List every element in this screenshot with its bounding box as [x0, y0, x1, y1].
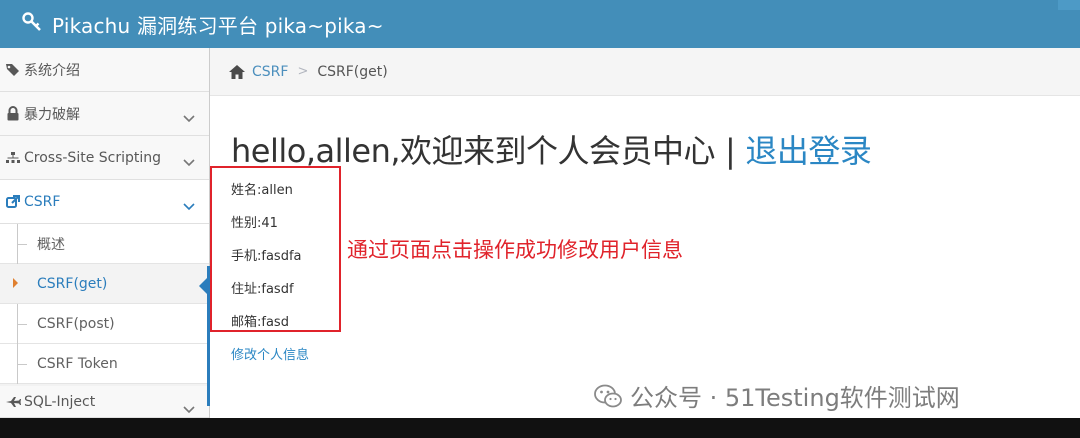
- sidebar-item-label: 暴力破解: [24, 106, 80, 123]
- nav-corner-decoration: [1058, 0, 1080, 10]
- sidebar-subitem-csrf-get[interactable]: CSRF(get): [0, 264, 209, 304]
- wechat-icon: [594, 384, 622, 408]
- logout-link[interactable]: 退出登录: [745, 132, 872, 170]
- sitemap-icon: [2, 136, 24, 180]
- bottom-bar: [0, 418, 1080, 438]
- sidebar-subitem-label: CSRF(get): [37, 275, 108, 292]
- breadcrumb: CSRF > CSRF(get): [210, 48, 1080, 96]
- user-name: 姓名:allen: [231, 183, 293, 198]
- chevron-down-icon: [183, 108, 195, 127]
- app-title: Pikachu 漏洞练习平台 pika~pika~: [52, 13, 384, 38]
- selection-arrow: [199, 276, 209, 296]
- sidebar-subitem-label: CSRF Token: [37, 355, 118, 372]
- watermark-text: 公众号 · 51Testing软件测试网: [630, 384, 960, 412]
- sidebar-item-csrf[interactable]: CSRF: [0, 180, 209, 224]
- sidebar-subitem-csrf-token[interactable]: CSRF Token: [0, 344, 209, 384]
- sidebar-subitem-csrf-post[interactable]: CSRF(post): [0, 304, 209, 344]
- tree-dash: [17, 324, 27, 325]
- annotation-text: 通过页面点击操作成功修改用户信息: [347, 238, 683, 262]
- tree-dash: [17, 364, 27, 365]
- user-address: 住址:fasdf: [231, 282, 294, 297]
- breadcrumb-separator: >: [297, 64, 309, 79]
- tags-icon: [2, 48, 24, 92]
- user-gender: 性别:41: [231, 216, 278, 231]
- chevron-down-icon: [183, 196, 195, 215]
- sidebar-item-label: CSRF: [24, 193, 61, 210]
- sidebar-item-label: Cross-Site Scripting: [24, 149, 162, 166]
- tree-dash: [17, 244, 27, 245]
- sidebar-item-label: SQL-Inject: [24, 393, 96, 410]
- watermark: 公众号 · 51Testing软件测试网: [594, 378, 960, 413]
- user-email: 邮箱:fasd: [231, 315, 289, 330]
- sidebar-item-sqli[interactable]: SQL-Inject: [0, 386, 209, 418]
- share-icon: [2, 180, 24, 224]
- title-divider: |: [725, 132, 736, 170]
- sidebar-subitem-overview[interactable]: 概述: [0, 224, 209, 264]
- edit-profile-link[interactable]: 修改个人信息: [231, 344, 309, 363]
- sidebar-subitem-label: 概述: [37, 236, 65, 253]
- sidebar-item-bruteforce[interactable]: 暴力破解: [0, 92, 209, 136]
- top-navbar: Pikachu 漏洞练习平台 pika~pika~: [0, 0, 1080, 48]
- caret-right-icon: [13, 278, 18, 288]
- lock-icon: [2, 92, 24, 136]
- home-icon[interactable]: [228, 64, 246, 80]
- sidebar: 系统介绍 暴力破解 Cross-Site Scripting CSRF 概述 C…: [0, 48, 210, 418]
- sidebar-subitem-label: CSRF(post): [37, 315, 115, 332]
- breadcrumb-current: CSRF(get): [317, 63, 388, 80]
- chevron-down-icon: [183, 152, 195, 171]
- welcome-text: hello,allen,欢迎来到个人会员中心: [231, 132, 716, 170]
- sidebar-item-intro[interactable]: 系统介绍: [0, 48, 209, 92]
- key-icon: [22, 11, 52, 37]
- plane-icon: [2, 386, 24, 418]
- breadcrumb-link-csrf[interactable]: CSRF: [252, 64, 288, 80]
- brand[interactable]: Pikachu 漏洞练习平台 pika~pika~: [22, 9, 384, 39]
- sidebar-item-label: 系统介绍: [24, 62, 80, 79]
- user-phone: 手机:fasdfa: [231, 249, 302, 264]
- sidebar-item-xss[interactable]: Cross-Site Scripting: [0, 136, 209, 180]
- chevron-down-icon: [183, 399, 195, 418]
